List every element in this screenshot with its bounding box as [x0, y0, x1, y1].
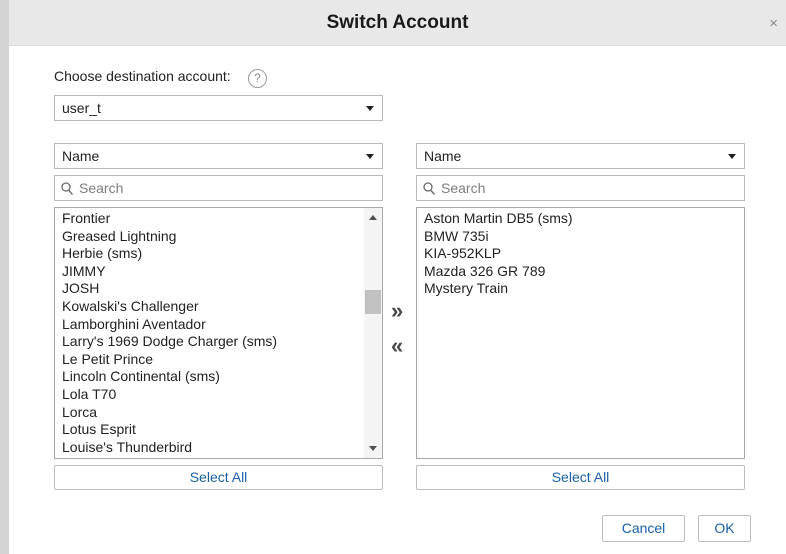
- dialog-titlebar: Switch Account ×: [9, 0, 786, 46]
- destination-account-select[interactable]: user_t: [54, 95, 383, 121]
- help-icon[interactable]: ?: [248, 69, 267, 88]
- list-item[interactable]: JIMMY: [55, 263, 277, 281]
- scrollbar-thumb[interactable]: [365, 290, 381, 314]
- list-item[interactable]: Mystery Train: [417, 280, 573, 298]
- right-search-input[interactable]: Search: [416, 175, 745, 201]
- move-right-icon[interactable]: »: [391, 300, 403, 322]
- left-search-placeholder: Search: [79, 180, 124, 196]
- list-item[interactable]: Frontier: [55, 210, 277, 228]
- right-search-placeholder: Search: [441, 180, 486, 196]
- list-item[interactable]: Herbie (sms): [55, 245, 277, 263]
- right-sort-value: Name: [424, 148, 462, 164]
- list-item[interactable]: Le Petit Prince: [55, 351, 277, 369]
- right-select-all-button[interactable]: Select All: [416, 465, 745, 490]
- search-icon: [61, 182, 73, 195]
- list-item[interactable]: BMW 735i: [417, 228, 573, 246]
- list-item[interactable]: Lincoln Continental (sms): [55, 368, 277, 386]
- right-sort-select[interactable]: Name: [416, 143, 745, 169]
- switch-account-dialog: Switch Account × Choose destination acco…: [9, 0, 786, 554]
- background-strip: [0, 0, 9, 554]
- list-item[interactable]: Lamborghini Aventador: [55, 316, 277, 334]
- selected-accounts-list[interactable]: Aston Martin DB5 (sms) BMW 735i KIA-952KLP…: [416, 207, 745, 459]
- destination-account-label: Choose destination account:: [54, 68, 231, 84]
- chevron-down-icon: [366, 154, 374, 159]
- dialog-title: Switch Account: [326, 12, 469, 33]
- list-item[interactable]: Larry's 1969 Dodge Charger (sms): [55, 333, 277, 351]
- list-item[interactable]: Aston Martin DB5 (sms): [417, 210, 573, 228]
- chevron-down-icon: [728, 154, 736, 159]
- list-item[interactable]: Lorca: [55, 404, 277, 422]
- list-item[interactable]: Greased Lightning: [55, 228, 277, 246]
- ok-button[interactable]: OK: [698, 515, 751, 542]
- destination-account-value: user_t: [62, 100, 101, 116]
- scroll-up-icon[interactable]: [369, 215, 377, 220]
- cancel-button[interactable]: Cancel: [602, 515, 685, 542]
- left-sort-select[interactable]: Name: [54, 143, 383, 169]
- search-icon: [423, 182, 435, 195]
- list-item[interactable]: Mazda 326 GR 789: [417, 263, 573, 281]
- list-item[interactable]: Lola T70: [55, 386, 277, 404]
- chevron-down-icon: [366, 106, 374, 111]
- left-sort-value: Name: [62, 148, 100, 164]
- list-item[interactable]: JOSH: [55, 280, 277, 298]
- close-icon[interactable]: ×: [769, 16, 778, 31]
- scrollbar[interactable]: [364, 208, 382, 458]
- list-item[interactable]: KIA-952KLP: [417, 245, 573, 263]
- list-item[interactable]: Louise's Thunderbird: [55, 439, 277, 457]
- available-accounts-items: Frontier Greased Lightning Herbie (sms) JIM…: [55, 210, 277, 456]
- list-item[interactable]: Kowalski's Challenger: [55, 298, 277, 316]
- move-left-icon[interactable]: «: [391, 335, 403, 357]
- left-select-all-button[interactable]: Select All: [54, 465, 383, 490]
- left-search-input[interactable]: Search: [54, 175, 383, 201]
- list-item[interactable]: Lotus Esprit: [55, 421, 277, 439]
- available-accounts-list[interactable]: Frontier Greased Lightning Herbie (sms) JIM…: [54, 207, 383, 459]
- selected-accounts-items: Aston Martin DB5 (sms) BMW 735i KIA-952KLP…: [417, 210, 573, 298]
- scroll-down-icon[interactable]: [369, 446, 377, 451]
